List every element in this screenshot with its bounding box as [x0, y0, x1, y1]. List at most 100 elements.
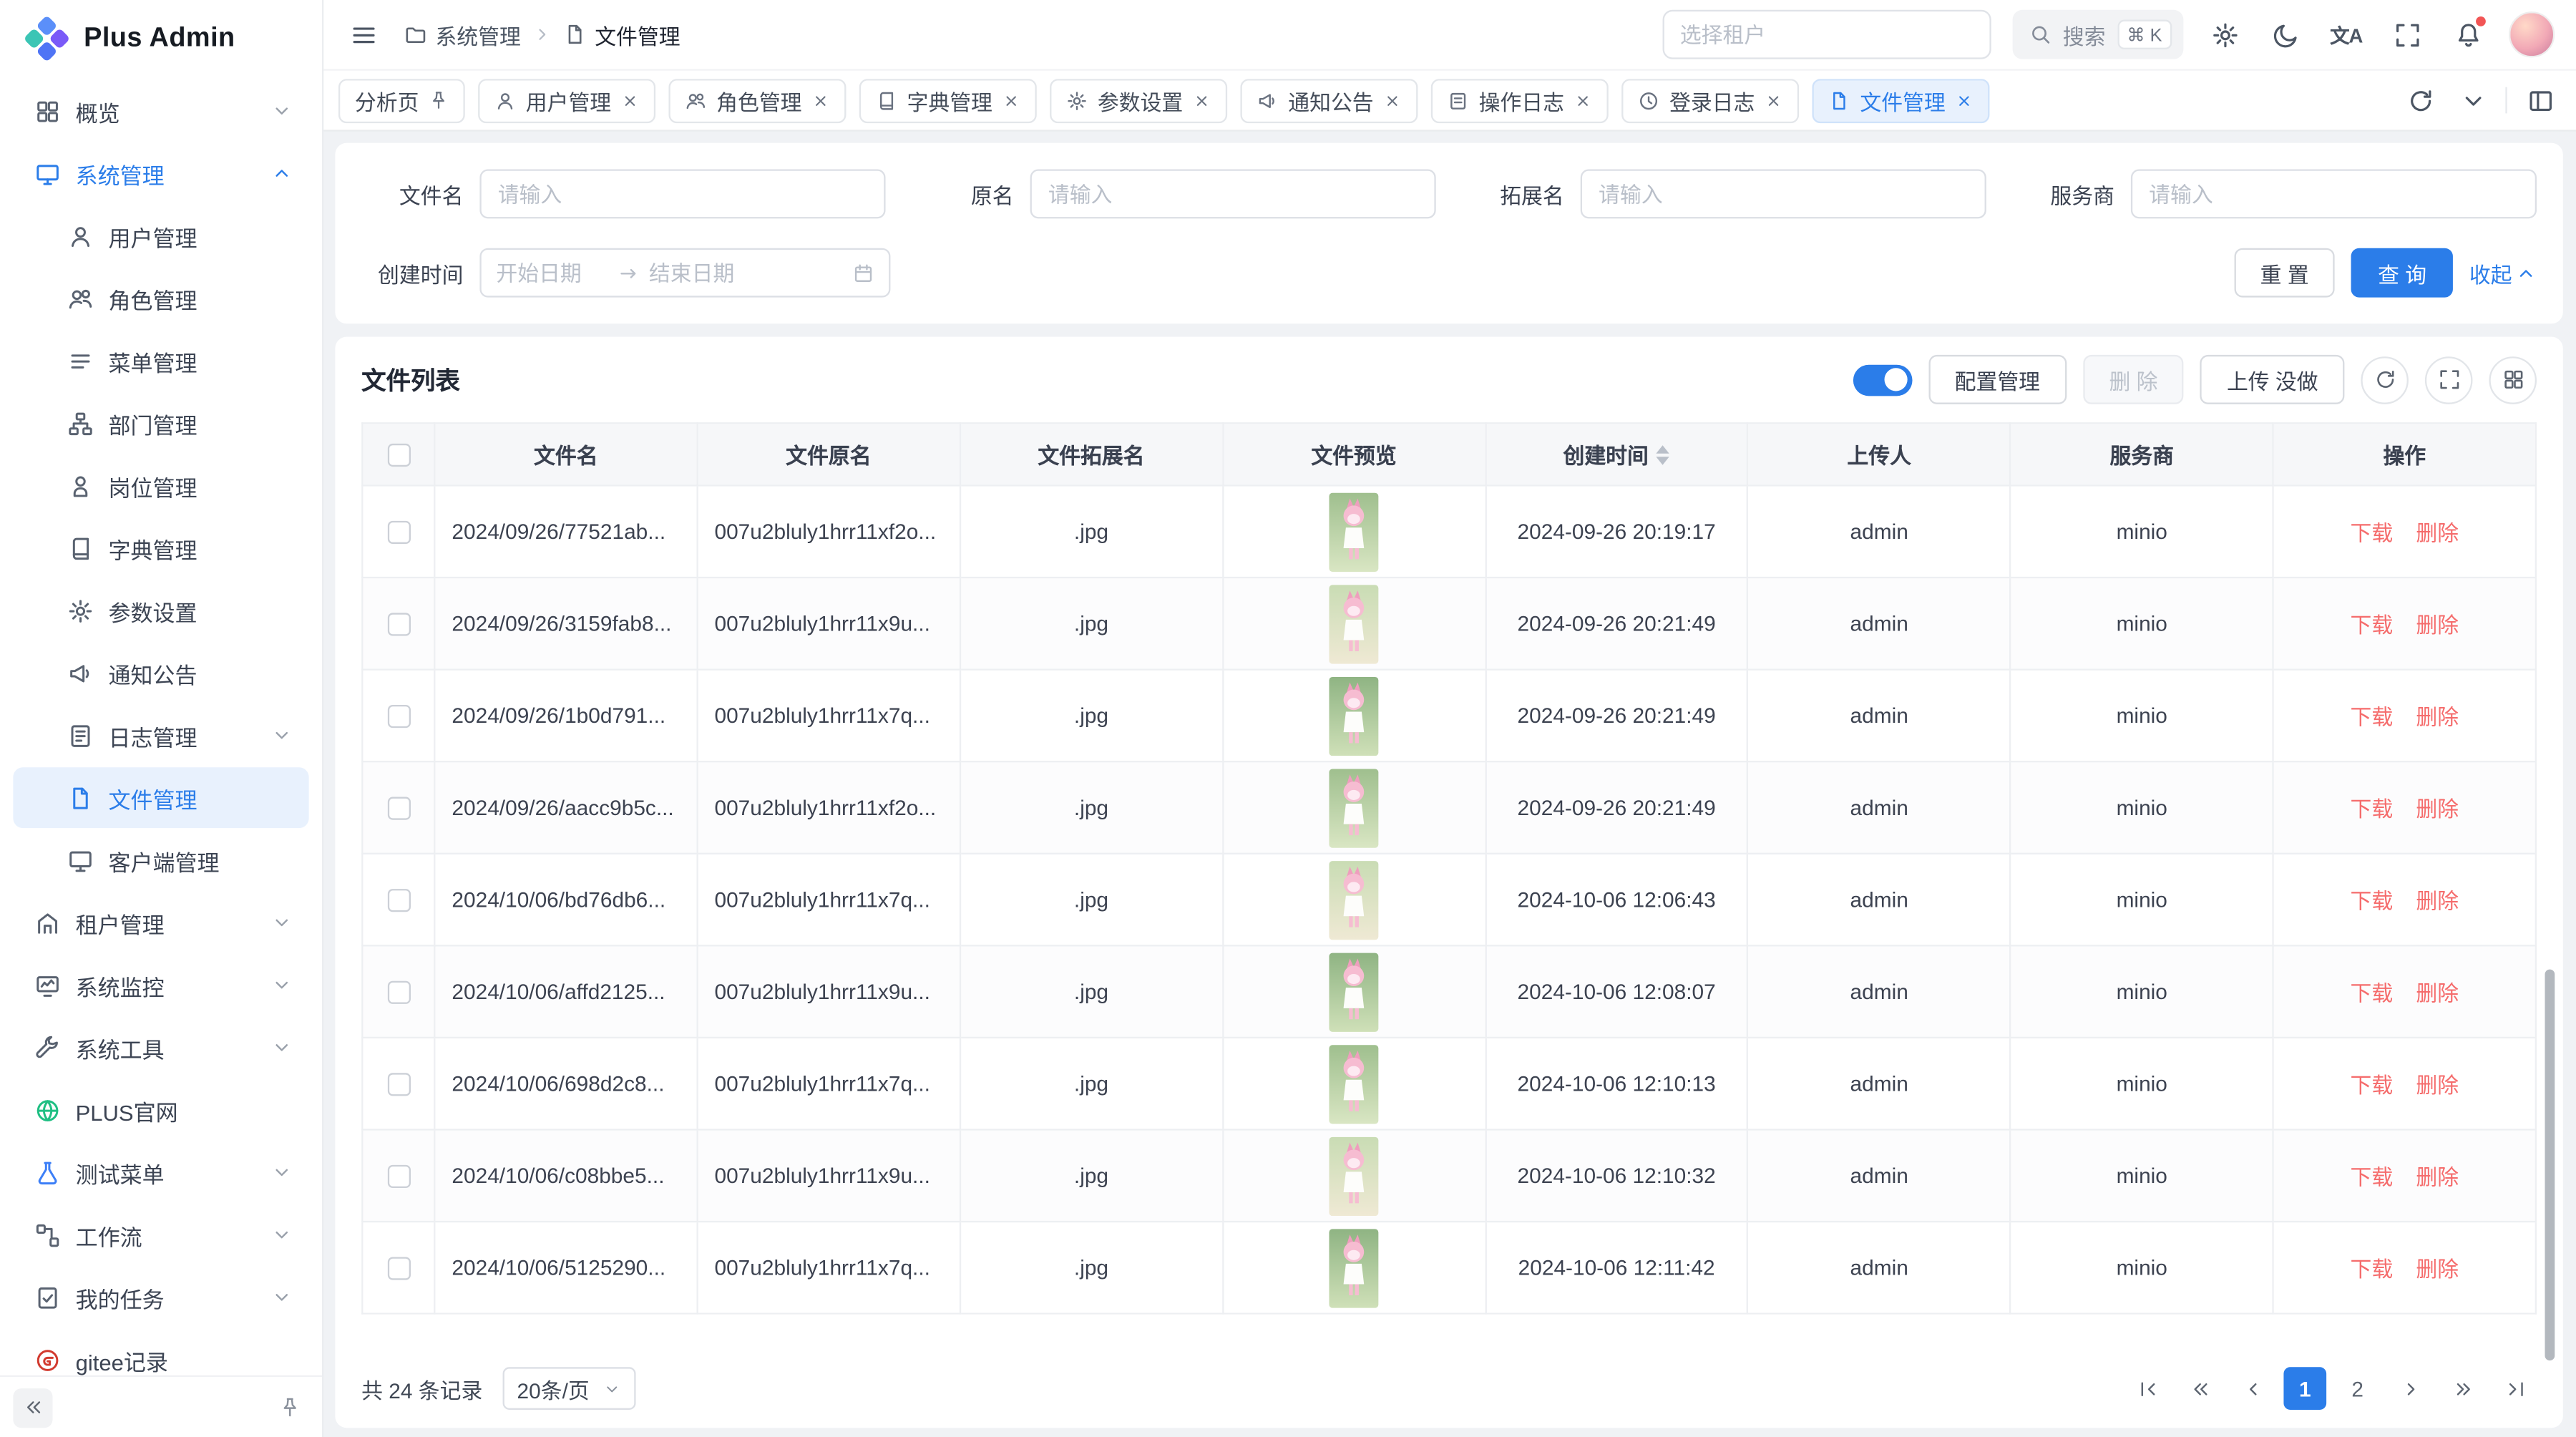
sidebar-item-gitee-log[interactable]: gitee记录 — [13, 1329, 308, 1375]
tenant-select[interactable] — [1662, 10, 1991, 59]
tab-analysis[interactable]: 分析页 — [338, 78, 465, 122]
download-link[interactable]: 下载 — [2351, 889, 2394, 913]
tab-dict-mgmt[interactable]: 字典管理 — [859, 78, 1037, 122]
sidebar-item-plus-site[interactable]: PLUS官网 — [13, 1079, 308, 1140]
file-preview-image[interactable] — [1330, 1228, 1379, 1307]
sidebar-item-workflow[interactable]: 工作流 — [13, 1204, 308, 1265]
tab-notice[interactable]: 通知公告 — [1241, 78, 1418, 122]
delete-link[interactable]: 删除 — [2416, 1073, 2459, 1097]
end-date-input[interactable] — [649, 260, 761, 285]
file-preview-image[interactable] — [1330, 584, 1379, 663]
row-checkbox[interactable] — [387, 521, 410, 544]
tab-param-settings[interactable]: 参数设置 — [1050, 78, 1227, 122]
file-preview-image[interactable] — [1330, 768, 1379, 847]
sort-icon[interactable] — [1657, 444, 1669, 464]
row-checkbox[interactable] — [387, 1166, 410, 1189]
tab-close-button[interactable] — [1765, 91, 1782, 109]
file-name-input[interactable] — [479, 169, 885, 218]
tab-close-button[interactable] — [1002, 91, 1020, 109]
file-preview-image[interactable] — [1330, 1136, 1379, 1215]
sidebar-item-param-settings[interactable]: 参数设置 — [13, 580, 308, 640]
settings-button[interactable] — [2205, 13, 2244, 56]
sidebar-item-file-mgmt[interactable]: 文件管理 — [13, 767, 308, 828]
file-preview-image[interactable] — [1330, 1044, 1379, 1123]
refresh-table-button[interactable] — [2361, 356, 2409, 404]
next-page-button[interactable] — [2389, 1367, 2431, 1410]
delete-link[interactable]: 删除 — [2416, 981, 2459, 1005]
row-checkbox[interactable] — [387, 1257, 410, 1280]
refresh-tab-button[interactable] — [2400, 79, 2439, 122]
tab-pin-icon[interactable] — [429, 90, 449, 110]
file-preview-image[interactable] — [1330, 953, 1379, 1031]
sidebar-item-client-mgmt[interactable]: 客户端管理 — [13, 829, 308, 890]
language-button[interactable]: 文A — [2326, 13, 2366, 56]
sidebar-item-menu-mgmt[interactable]: 菜单管理 — [13, 330, 308, 391]
sidebar-item-system-tools[interactable]: 系统工具 — [13, 1017, 308, 1078]
tab-file-mgmt[interactable]: 文件管理 — [1813, 78, 1990, 122]
sidebar-item-system-mgmt[interactable]: 系统管理 — [13, 143, 308, 204]
reset-button[interactable]: 重 置 — [2234, 248, 2335, 298]
download-link[interactable]: 下载 — [2351, 1257, 2394, 1281]
download-link[interactable]: 下载 — [2351, 981, 2394, 1005]
delete-link[interactable]: 删除 — [2416, 889, 2459, 913]
page-button-2[interactable]: 2 — [2336, 1367, 2379, 1410]
download-link[interactable]: 下载 — [2351, 521, 2394, 545]
file-preview-image[interactable] — [1330, 492, 1379, 571]
jump-forward-button[interactable] — [2441, 1367, 2484, 1410]
last-page-button[interactable] — [2494, 1367, 2537, 1410]
row-checkbox[interactable] — [387, 890, 410, 912]
tab-login-log[interactable]: 登录日志 — [1621, 78, 1799, 122]
sidebar-item-notice[interactable]: 通知公告 — [13, 643, 308, 703]
query-button[interactable]: 查 询 — [2351, 248, 2452, 298]
extension-input[interactable] — [1581, 169, 1986, 218]
delete-link[interactable]: 删除 — [2416, 705, 2459, 729]
row-checkbox[interactable] — [387, 1073, 410, 1096]
tab-close-button[interactable] — [621, 91, 639, 109]
original-name-input[interactable] — [1030, 169, 1436, 218]
app-logo[interactable]: Plus Admin — [0, 0, 322, 76]
tab-op-log[interactable]: 操作日志 — [1431, 78, 1609, 122]
sidebar-item-test-menu[interactable]: 测试菜单 — [13, 1142, 308, 1203]
tab-user-mgmt[interactable]: 用户管理 — [478, 78, 655, 122]
row-checkbox[interactable] — [387, 613, 410, 636]
file-preview-image[interactable] — [1330, 676, 1379, 755]
download-link[interactable]: 下载 — [2351, 705, 2394, 729]
file-preview-image[interactable] — [1330, 860, 1379, 939]
sidebar-item-dept-mgmt[interactable]: 部门管理 — [13, 393, 308, 454]
sidebar-item-system-monitor[interactable]: 系统监控 — [13, 955, 308, 1015]
table-fullscreen-button[interactable] — [2425, 356, 2473, 404]
config-mgmt-button[interactable]: 配置管理 — [1928, 355, 2067, 404]
tab-close-button[interactable] — [1956, 91, 1974, 109]
tab-role-mgmt[interactable]: 角色管理 — [669, 78, 847, 122]
sidebar-item-log-mgmt[interactable]: 日志管理 — [13, 705, 308, 766]
sidebar-item-tenant-mgmt[interactable]: 租户管理 — [13, 892, 308, 953]
upload-button[interactable]: 上传 没做 — [2200, 355, 2344, 404]
provider-input[interactable] — [2131, 169, 2537, 218]
delete-link[interactable]: 删除 — [2416, 521, 2459, 545]
menu-toggle-button[interactable] — [343, 13, 383, 56]
page-size-select[interactable]: 20条/页 — [502, 1367, 635, 1410]
start-date-input[interactable] — [496, 260, 608, 285]
tab-close-button[interactable] — [811, 91, 829, 109]
sidebar-pin-button[interactable] — [270, 1388, 309, 1427]
breadcrumb-item-system[interactable]: 系统管理 — [404, 19, 521, 50]
notifications-button[interactable] — [2448, 13, 2487, 56]
download-link[interactable]: 下载 — [2351, 1073, 2394, 1097]
download-link[interactable]: 下载 — [2351, 613, 2394, 637]
tab-close-button[interactable] — [1574, 91, 1592, 109]
global-search[interactable]: 搜索 ⌘ K — [2012, 10, 2184, 59]
sidebar-item-dict-mgmt[interactable]: 字典管理 — [13, 517, 308, 578]
column-settings-button[interactable] — [2489, 356, 2537, 404]
prev-page-button[interactable] — [2231, 1367, 2274, 1410]
fullscreen-button[interactable] — [2387, 13, 2426, 56]
row-checkbox[interactable] — [387, 797, 410, 820]
row-checkbox[interactable] — [387, 981, 410, 1004]
table-scrollbar-thumb[interactable] — [2545, 970, 2555, 1360]
sidebar-item-overview[interactable]: 概览 — [13, 81, 308, 142]
collapse-filter-button[interactable]: 收起 — [2469, 257, 2537, 288]
delete-link[interactable]: 删除 — [2416, 1165, 2459, 1189]
batch-delete-button[interactable]: 删 除 — [2083, 355, 2184, 404]
download-link[interactable]: 下载 — [2351, 797, 2394, 822]
select-all-checkbox[interactable] — [387, 444, 410, 467]
delete-link[interactable]: 删除 — [2416, 613, 2459, 637]
